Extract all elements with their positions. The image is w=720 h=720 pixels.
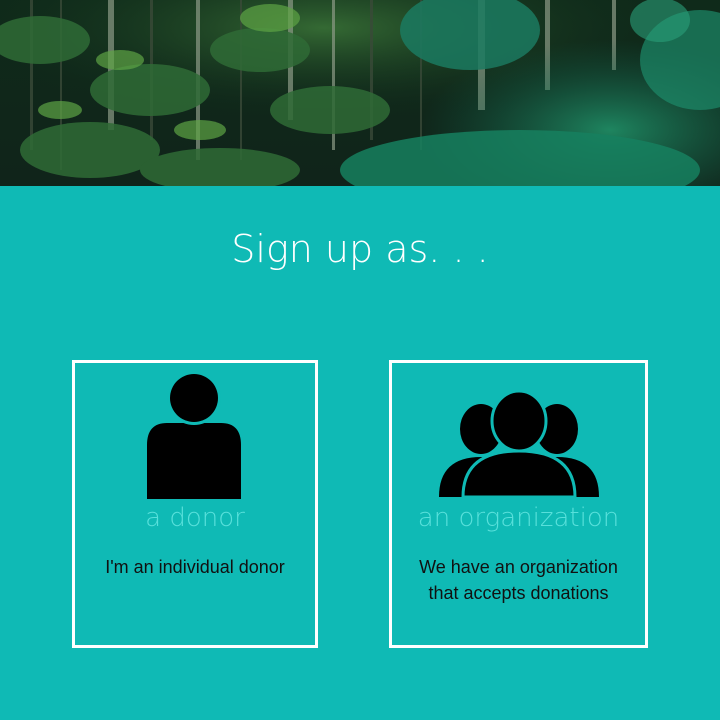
jungle-forest-photo (0, 0, 720, 186)
signup-section: Sign up as. . . a donor I'm an individua… (0, 186, 720, 720)
donor-option-card[interactable]: a donor I'm an individual donor (72, 360, 318, 648)
hero-image (0, 0, 720, 186)
organization-description: We have an organization that accepts don… (419, 557, 618, 603)
group-icon (392, 391, 645, 497)
donor-heading: a donor (145, 503, 245, 533)
page-title: Sign up as. . . (231, 227, 489, 271)
organization-heading: an organization (417, 503, 620, 533)
organization-option-card[interactable]: an organization We have an organization … (389, 360, 648, 648)
donor-description: I'm an individual donor (105, 557, 285, 577)
person-icon (75, 373, 315, 499)
